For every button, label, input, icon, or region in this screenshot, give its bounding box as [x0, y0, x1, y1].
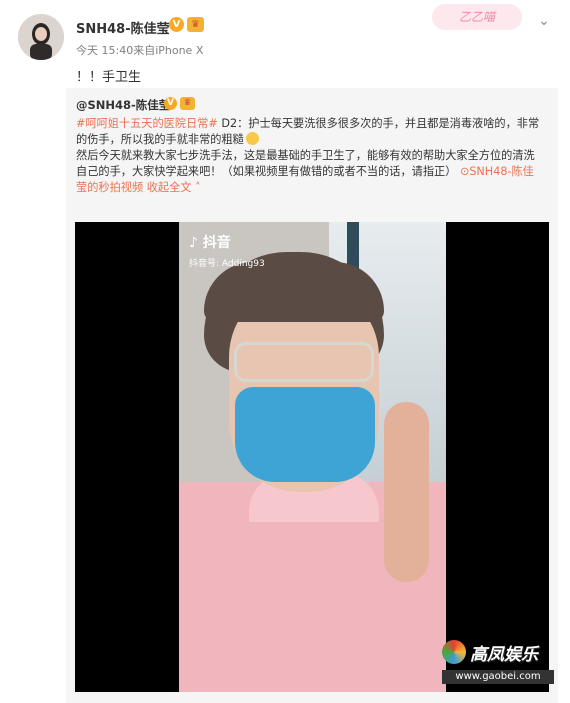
douyin-account-id: 抖音号: Adding93	[189, 259, 265, 269]
repost-body: #呵呵姐十五天的医院日常# D2：护士每天要洗很多很多次的手，并且都是消毒液啥的…	[76, 116, 550, 196]
watermark: 高凤娱乐 www.gaobei.com	[442, 640, 554, 688]
post-text: ！！手卫生	[76, 70, 142, 85]
video-player[interactable]: ♪ 抖音 抖音号: Adding93	[75, 222, 549, 692]
avatar[interactable]	[18, 14, 64, 60]
video-link-cont[interactable]: 莹的秒拍视频	[76, 181, 143, 194]
repost-line-1: #呵呵姐十五天的医院日常# D2：护士每天要洗很多很多次的手，并且都是消毒液啥的…	[76, 116, 550, 132]
chevron-up-icon: ˄	[191, 181, 201, 194]
v-badge-icon: V	[164, 97, 177, 110]
video-frame: ♪ 抖音 抖音号: Adding93	[179, 222, 446, 692]
repost-text-3: 然后今天就来教大家七步洗手法，这是最基础的手卫生了，能够有效的帮助大家全方位的清…	[76, 149, 535, 162]
bangs	[204, 262, 384, 322]
grin-sweat-emoji-icon	[245, 132, 259, 145]
repost-author-link[interactable]: @SNH48-陈佳莹	[76, 97, 170, 113]
repost-text-4: 自己的手，大家快学起来吧！（如果视频里有做错的或者不当的话，请指正）	[76, 165, 457, 178]
repost-text-1: D2：护士每天要洗很多很多次的手，并且都是消毒液啥的，非常	[217, 117, 540, 130]
post-menu-chevron-down-icon[interactable]: ⌄	[534, 12, 554, 30]
post-meta: 今天 15:40来自iPhone X	[76, 44, 204, 57]
video-link[interactable]: SNH48-陈佳	[469, 165, 534, 178]
username[interactable]: SNH48-陈佳莹	[76, 18, 170, 37]
repost-text-2: 的伤手，所以我的手就非常的粗糙	[76, 133, 244, 146]
repost-line-5: 莹的秒拍视频 收起全文 ˄	[76, 180, 550, 196]
collapse-button[interactable]: 收起全文	[147, 181, 192, 194]
douyin-logo-icon: ♪ 抖音	[189, 235, 231, 251]
v-badge-icon: V	[169, 17, 184, 32]
hand	[384, 402, 429, 582]
video-link-icon: ⊙	[459, 165, 470, 178]
card-decoration: 乙乙喵	[432, 4, 522, 30]
hashtag-link[interactable]: #呵呵姐十五天的医院日常#	[76, 117, 218, 130]
weibo-post: SNH48-陈佳莹 V ♛ 今天 15:40来自iPhone X 乙乙喵 ⌄ ！…	[0, 0, 570, 703]
repost-line-4: 自己的手，大家快学起来吧！（如果视频里有做错的或者不当的话，请指正） ⊙SNH4…	[76, 164, 550, 180]
avatar-image	[18, 14, 64, 60]
watermark-url: www.gaobei.com	[442, 670, 554, 684]
surgical-mask	[235, 387, 375, 482]
crown-icon: ♛	[180, 97, 195, 110]
watermark-text: 高凤娱乐	[470, 645, 538, 665]
douyin-label: 抖音	[202, 235, 231, 251]
repost-line-2: 的伤手，所以我的手就非常的粗糙	[76, 132, 550, 148]
crown-icon: ♛	[187, 17, 204, 32]
glasses	[234, 342, 374, 382]
watermark-logo-icon	[442, 640, 466, 664]
